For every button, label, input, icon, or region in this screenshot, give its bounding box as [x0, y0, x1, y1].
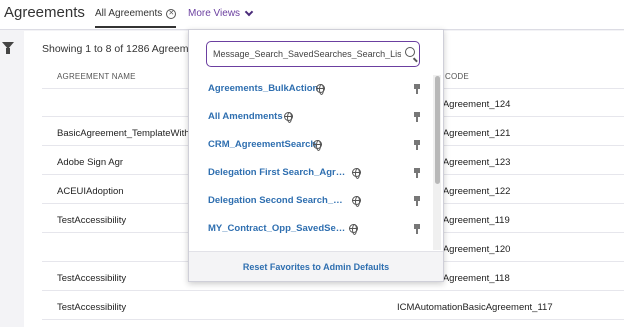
filter-icon[interactable]: [2, 42, 14, 54]
page-title: Agreements: [4, 4, 85, 21]
pin-icon[interactable]: [413, 84, 421, 94]
column-header-agreement-name[interactable]: AGREEMENT NAME: [57, 72, 136, 81]
saved-view-link[interactable]: MY_Contract_Opp_SavedSearch: [208, 223, 348, 234]
column-header-code[interactable]: CODE: [445, 72, 469, 81]
list-item[interactable]: MY_Contract_Opp_SavedSearch: [189, 215, 433, 243]
chevron-down-icon: [244, 7, 254, 16]
reset-favorites-link[interactable]: Reset Favorites to Admin Defaults: [189, 262, 443, 272]
more-views-label: More Views: [188, 8, 241, 19]
globe-icon: [352, 168, 361, 179]
list-item[interactable]: All Amendments: [189, 103, 433, 131]
search-icon[interactable]: [405, 47, 415, 57]
globe-icon: [349, 224, 358, 235]
list-item[interactable]: Delegation Second Search_Agr...: [189, 187, 433, 215]
pin-icon[interactable]: [413, 112, 421, 122]
search-field[interactable]: [206, 41, 420, 67]
agreement-name[interactable]: TestAccessibility: [57, 302, 126, 313]
list-item[interactable]: CRM_AgreementSearch: [189, 131, 433, 159]
saved-views-list: Agreements_BulkAction All Amendments CRM…: [189, 75, 433, 250]
agreement-name[interactable]: BasicAgreement_TemplateWithC: [57, 128, 196, 139]
globe-icon: [352, 196, 361, 207]
pin-icon[interactable]: [413, 140, 421, 150]
saved-view-link[interactable]: All Amendments: [208, 111, 283, 122]
agreement-name[interactable]: Adobe Sign Agr: [57, 157, 123, 168]
close-icon[interactable]: ✕: [166, 8, 177, 19]
pin-icon[interactable]: [413, 196, 421, 206]
pin-icon[interactable]: [413, 224, 421, 234]
record-count: Showing 1 to 8 of 1286 Agreeme: [42, 43, 195, 55]
search-input[interactable]: [213, 46, 401, 62]
globe-icon: [313, 140, 322, 151]
table-row[interactable]: TestAccessibility ICMAutomationBasicAgre…: [42, 292, 624, 320]
tab-all-agreements-label: All Agreements: [95, 8, 163, 19]
saved-view-link[interactable]: Delegation Second Search_Agr...: [208, 195, 348, 206]
more-views-button[interactable]: More Views: [188, 7, 254, 19]
agreement-name[interactable]: TestAccessibility: [57, 215, 126, 226]
saved-view-link[interactable]: Agreements_BulkAction: [208, 83, 318, 94]
pin-icon[interactable]: [413, 168, 421, 178]
filter-sidebar: [0, 31, 22, 327]
agreement-name[interactable]: TestAccessibility: [57, 273, 126, 284]
agreement-name[interactable]: ACEUIAdoption: [57, 186, 124, 197]
dropdown-footer: Reset Favorites to Admin Defaults: [189, 251, 443, 281]
saved-view-link[interactable]: CRM_AgreementSearch: [208, 139, 316, 150]
saved-view-link[interactable]: Delegation First Search_Agree...: [208, 167, 348, 178]
more-views-dropdown: Agreements_BulkAction All Amendments CRM…: [188, 29, 444, 282]
globe-icon: [284, 112, 293, 123]
scrollbar-thumb[interactable]: [435, 76, 440, 184]
list-item[interactable]: Delegation First Search_Agree...: [189, 159, 433, 187]
agreement-code: ICMAutomationBasicAgreement_117: [397, 302, 553, 313]
globe-icon: [316, 84, 325, 95]
list-item[interactable]: Agreements_BulkAction: [189, 75, 433, 103]
top-bar: Agreements All Agreements ✕ More Views: [0, 0, 624, 30]
tab-all-agreements[interactable]: All Agreements ✕: [95, 8, 177, 28]
